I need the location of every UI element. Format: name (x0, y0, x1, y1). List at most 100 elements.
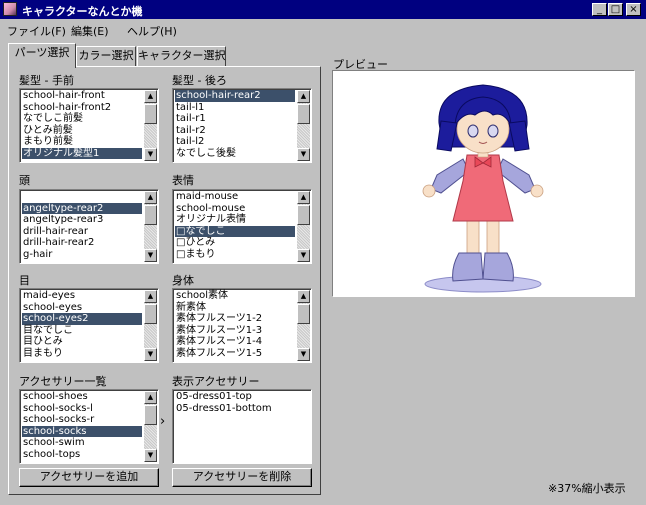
list-item[interactable]: school-socks-r (22, 414, 142, 426)
title-bar[interactable]: キャラクターなんとか機 _ □ × (0, 0, 646, 19)
expression-list[interactable]: maid-mouse school-mouse オリジナル表情 □なでしこ □ひとみ □ま… (172, 189, 312, 264)
list-item[interactable]: school-mouse (175, 203, 295, 215)
list-item[interactable]: 目まもり (22, 348, 142, 360)
close-button[interactable]: × (626, 3, 641, 16)
rear-hair-list[interactable]: school-hair-rear2 tail-l1 tail-r1 tail-r2 ta… (172, 88, 312, 163)
label-rear-hair: 髪型 - 後ろ (172, 74, 227, 87)
list-item[interactable]: □まもり (175, 249, 295, 261)
transfer-arrow-icon[interactable]: › (160, 414, 165, 429)
list-item[interactable]: school-socks-l (22, 403, 142, 415)
body-list[interactable]: school素体 新素体 素体フルスーツ1-2 素体フルスーツ1-3 素体フルスーツ1-… (172, 288, 312, 363)
scroll-up-icon[interactable]: ▲ (297, 90, 310, 103)
scroll-down-icon[interactable]: ▼ (144, 148, 157, 161)
vertical-scrollbar[interactable]: ▲ ▼ (297, 191, 310, 262)
list-item[interactable]: school-shoes (22, 391, 142, 403)
scroll-up-icon[interactable]: ▲ (144, 391, 157, 404)
scroll-down-icon[interactable]: ▼ (297, 348, 310, 361)
list-item[interactable]: maid-mouse (175, 191, 295, 203)
vertical-scrollbar[interactable]: ▲ ▼ (297, 90, 310, 161)
scroll-up-icon[interactable]: ▲ (144, 290, 157, 303)
list-item[interactable]: ひとみ前髪 (22, 125, 142, 137)
list-item[interactable]: tail-l2 (175, 136, 295, 148)
scroll-up-icon[interactable]: ▲ (144, 191, 157, 204)
list-item[interactable] (22, 191, 142, 203)
scroll-thumb[interactable] (144, 304, 157, 324)
eyes-list[interactable]: maid-eyes school-eyes school-eyes2 目なでしこ 目ひと… (19, 288, 159, 363)
tab-parts[interactable]: パーツ選択 (8, 43, 76, 68)
add-accessory-button[interactable]: アクセサリーを追加 (19, 468, 159, 487)
list-item[interactable]: g-hair (22, 249, 142, 261)
scroll-thumb[interactable] (297, 304, 310, 324)
label-shown-accessories: 表示アクセサリー (172, 375, 260, 388)
menu-bar: ファイル(F) 編集(E) ヘルプ(H) (0, 19, 646, 39)
app-icon[interactable] (3, 2, 17, 16)
list-item[interactable]: なでしこ後髪 (175, 148, 295, 160)
list-item[interactable]: school-hair-front2 (22, 102, 142, 114)
scroll-up-icon[interactable]: ▲ (297, 290, 310, 303)
list-item[interactable]: school-tops (22, 449, 142, 461)
list-item[interactable]: school-eyes (22, 302, 142, 314)
list-item[interactable]: まもり前髪 (22, 136, 142, 148)
list-item[interactable]: 目ひとみ (22, 336, 142, 348)
scroll-thumb[interactable] (297, 104, 310, 124)
list-item[interactable]: □ひとみ (175, 237, 295, 249)
list-item[interactable]: 素体フルスーツ1-5 (175, 348, 295, 360)
character-left-hand (422, 184, 436, 198)
list-item[interactable]: school-hair-rear2 (175, 90, 295, 102)
list-item[interactable]: 05-dress01-top (175, 391, 309, 403)
list-item[interactable]: 素体フルスーツ1-3 (175, 325, 295, 337)
front-hair-list[interactable]: school-hair-front school-hair-front2 なでしこ前… (19, 88, 159, 163)
character-right-eye (487, 124, 499, 138)
list-item[interactable]: school-eyes2 (22, 313, 142, 325)
list-item[interactable]: 新素体 (175, 302, 295, 314)
scroll-up-icon[interactable]: ▲ (297, 191, 310, 204)
scroll-thumb[interactable] (297, 205, 310, 225)
scroll-down-icon[interactable]: ▼ (297, 249, 310, 262)
maximize-button[interactable]: □ (608, 3, 623, 16)
list-item[interactable]: オリジナル髪型1 (22, 147, 142, 159)
vertical-scrollbar[interactable]: ▲ ▼ (144, 191, 157, 262)
accessory-list[interactable]: school-shoes school-socks-l school-socks-r… (19, 389, 159, 464)
scroll-down-icon[interactable]: ▼ (144, 449, 157, 462)
tab-character[interactable]: キャラクター選択 (137, 46, 226, 66)
list-item[interactable]: drill-hair-rear (22, 226, 142, 238)
list-item[interactable]: school素体 (175, 290, 295, 302)
list-item[interactable]: drill-hair-rear2 (22, 237, 142, 249)
list-item[interactable]: angeltype-rear3 (22, 214, 142, 226)
list-item[interactable]: 素体フルスーツ1-4 (175, 336, 295, 348)
list-item[interactable]: tail-l1 (175, 102, 295, 114)
vertical-scrollbar[interactable]: ▲ ▼ (297, 290, 310, 361)
list-item[interactable]: tail-r2 (175, 125, 295, 137)
scroll-down-icon[interactable]: ▼ (144, 348, 157, 361)
list-item[interactable]: school-socks (22, 425, 142, 437)
list-item[interactable]: 目なでしこ (22, 325, 142, 337)
shown-accessory-list[interactable]: 05-dress01-top 05-dress01-bottom (172, 389, 312, 464)
vertical-scrollbar[interactable]: ▲ ▼ (144, 90, 157, 161)
label-expression: 表情 (172, 174, 194, 187)
minimize-button[interactable]: _ (592, 3, 607, 16)
list-item[interactable]: 素体フルスーツ1-2 (175, 313, 295, 325)
vertical-scrollbar[interactable]: ▲ ▼ (144, 290, 157, 361)
list-item[interactable]: □なでしこ (175, 225, 295, 237)
list-item[interactable]: オリジナル表情 (175, 214, 295, 226)
scroll-down-icon[interactable]: ▼ (144, 249, 157, 262)
scroll-up-icon[interactable]: ▲ (144, 90, 157, 103)
list-item[interactable]: 05-dress01-bottom (175, 403, 309, 415)
list-item[interactable]: なでしこ前髪 (22, 113, 142, 125)
list-item[interactable]: school-hair-front (22, 90, 142, 102)
menu-file[interactable]: ファイル(F) (7, 23, 66, 39)
scroll-thumb[interactable] (144, 205, 157, 225)
head-list[interactable]: angeltype-rear2 angeltype-rear3 drill-hair… (19, 189, 159, 264)
list-item[interactable]: angeltype-rear2 (22, 202, 142, 214)
list-item[interactable]: maid-eyes (22, 290, 142, 302)
menu-edit[interactable]: 編集(E) (71, 23, 109, 39)
menu-help[interactable]: ヘルプ(H) (127, 23, 177, 39)
scroll-down-icon[interactable]: ▼ (297, 148, 310, 161)
tab-color[interactable]: カラー選択 (76, 46, 136, 66)
scroll-thumb[interactable] (144, 104, 157, 124)
list-item[interactable]: tail-r1 (175, 113, 295, 125)
scroll-thumb[interactable] (144, 405, 157, 425)
list-item[interactable]: school-swim (22, 437, 142, 449)
vertical-scrollbar[interactable]: ▲ ▼ (144, 391, 157, 462)
remove-accessory-button[interactable]: アクセサリーを削除 (172, 468, 312, 487)
